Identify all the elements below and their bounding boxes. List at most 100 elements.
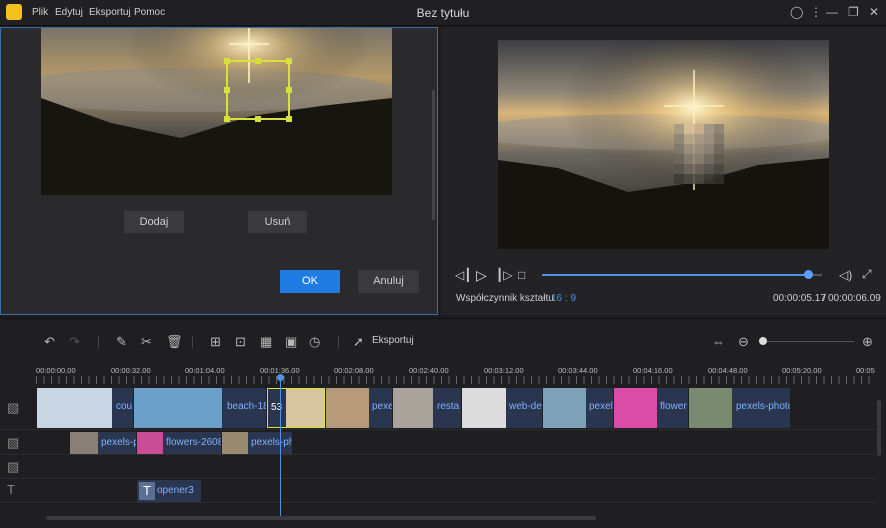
- preview-canvas: [498, 40, 829, 249]
- clip-thumbnail: [326, 388, 369, 428]
- zoom-in-icon[interactable]: ⊕: [862, 334, 873, 350]
- current-time: 00:00:05.17: [773, 293, 826, 304]
- trash-icon[interactable]: 🗑: [166, 334, 183, 350]
- ruler-label: 00:00:32.00: [111, 366, 151, 375]
- toolbar-divider: [192, 336, 193, 348]
- video-clip[interactable]: resta: [393, 388, 461, 428]
- minimize-icon[interactable]: —: [826, 5, 838, 19]
- ruler-label: 00:05: [856, 366, 875, 375]
- export-button[interactable]: Eksportuj: [372, 335, 414, 346]
- overlay-clip[interactable]: pexels-ph: [222, 432, 292, 454]
- timeline-vscrollbar[interactable]: [877, 400, 881, 456]
- video-clip[interactable]: web-de: [462, 388, 542, 428]
- restore-icon[interactable]: ❐: [848, 5, 859, 19]
- ruler-label: 00:02:40.00: [409, 366, 449, 375]
- crop-icon[interactable]: ⊞: [210, 334, 221, 350]
- zoom-out-icon[interactable]: ⊖: [738, 334, 749, 350]
- playhead[interactable]: [280, 376, 281, 516]
- redo-icon[interactable]: ↷: [69, 334, 80, 350]
- edit-canvas[interactable]: [41, 28, 392, 195]
- total-time: 00:00:06.09: [828, 293, 881, 304]
- text-track-icon: T: [7, 482, 15, 497]
- cancel-button[interactable]: Anuluj: [358, 270, 419, 293]
- video-clip-selected[interactable]: 53: [267, 388, 325, 428]
- freeze-icon[interactable]: ▣: [285, 334, 297, 350]
- clip-thumbnail: [70, 432, 98, 454]
- duration-icon[interactable]: ◷: [309, 334, 320, 350]
- clip-label: pexels-ph: [251, 437, 292, 448]
- ruler-label: 00:02:08.00: [334, 366, 374, 375]
- stop-icon[interactable]: □: [518, 268, 525, 282]
- mosaic-icon[interactable]: ▦: [260, 334, 272, 350]
- pen-icon[interactable]: ✎: [116, 334, 127, 350]
- clip-thumbnail: [462, 388, 506, 428]
- time-separator: /: [823, 293, 826, 304]
- clip-thumbnail: [37, 388, 112, 428]
- overlay-clip[interactable]: pexels-p: [70, 432, 136, 454]
- clip-thumbnail: [222, 432, 248, 454]
- ok-button[interactable]: OK: [280, 270, 340, 293]
- clip-label: opener3: [157, 485, 194, 496]
- video-clip[interactable]: pexel: [543, 388, 613, 428]
- account-icon[interactable]: ◯: [790, 5, 803, 19]
- timeline-hscrollbar[interactable]: [46, 516, 596, 520]
- clip-thumbnail: [689, 388, 732, 428]
- export-icon[interactable]: ➚: [353, 334, 364, 350]
- clip-thumbnail: [134, 388, 222, 428]
- remove-button[interactable]: Usuń: [248, 211, 307, 233]
- clip-label: web-de: [509, 401, 542, 412]
- clip-label: flower: [660, 401, 687, 412]
- clip-thumbnail: [614, 388, 657, 428]
- ruler-ticks[interactable]: [36, 376, 876, 384]
- overlay-clip[interactable]: flowers-2608: [137, 432, 221, 454]
- seek-handle[interactable]: [804, 270, 813, 279]
- zoom-slider-track[interactable]: [762, 341, 854, 342]
- ruler-label: 00:04:48.00: [708, 366, 748, 375]
- video-clip[interactable]: cou: [37, 388, 133, 428]
- clip-label: pexels-photo: [736, 401, 790, 412]
- clip-label: pexels-p: [101, 437, 136, 448]
- scissors-icon[interactable]: ✂: [141, 334, 152, 350]
- clip-label: pexel: [589, 401, 613, 412]
- aspect-value[interactable]: 16 : 9: [551, 293, 576, 304]
- ruler-label: 00:03:44.00: [558, 366, 598, 375]
- clip-label: pexe: [372, 401, 392, 412]
- play-icon[interactable]: ▷: [476, 267, 487, 284]
- pip-track-icon: ▧: [7, 459, 20, 474]
- volume-icon[interactable]: ◁): [839, 268, 852, 282]
- clip-thumbnail: [286, 389, 324, 427]
- ruler-label: 00:01:04.00: [185, 366, 225, 375]
- clip-label: cou: [116, 401, 133, 412]
- clip-label: flowers-2608: [166, 437, 221, 448]
- toolbar-divider: [98, 336, 99, 348]
- playhead-handle[interactable]: [277, 374, 284, 381]
- ruler-label: 00:03:12.00: [484, 366, 524, 375]
- undo-icon[interactable]: ↶: [44, 334, 55, 350]
- ruler-label: 00:05:20.00: [782, 366, 822, 375]
- editor-scrollbar[interactable]: [432, 90, 435, 220]
- video-clip[interactable]: flower: [614, 388, 688, 428]
- clip-label: beach-18: [227, 401, 266, 412]
- fullscreen-icon[interactable]: ⤢: [862, 267, 872, 282]
- prev-frame-icon[interactable]: ◁┃: [455, 268, 471, 282]
- close-icon[interactable]: ✕: [869, 5, 879, 19]
- add-button[interactable]: Dodaj: [124, 211, 184, 233]
- text-clip[interactable]: T opener3: [137, 480, 201, 502]
- zoom-slider-handle[interactable]: [759, 337, 767, 345]
- video-clip[interactable]: pexe: [326, 388, 392, 428]
- video-clip[interactable]: beach-18: [134, 388, 266, 428]
- text-track: [0, 479, 876, 503]
- fit-icon[interactable]: ⇔: [712, 334, 725, 349]
- more-icon[interactable]: ⋮: [810, 5, 822, 19]
- empty-track: [0, 455, 876, 479]
- clip-thumbnail: [393, 388, 433, 428]
- clip-thumbnail: [137, 432, 163, 454]
- seek-progress: [542, 274, 808, 276]
- video-track-icon: ▧: [7, 400, 20, 415]
- clip-thumbnail: [543, 388, 586, 428]
- resize-icon[interactable]: ⊡: [235, 334, 246, 350]
- aspect-label: Współczynnik kształtu: [456, 293, 554, 304]
- next-frame-icon[interactable]: ┃▷: [496, 268, 512, 282]
- video-clip[interactable]: pexels-photo: [689, 388, 790, 428]
- overlay-track-icon: ▧: [7, 435, 20, 450]
